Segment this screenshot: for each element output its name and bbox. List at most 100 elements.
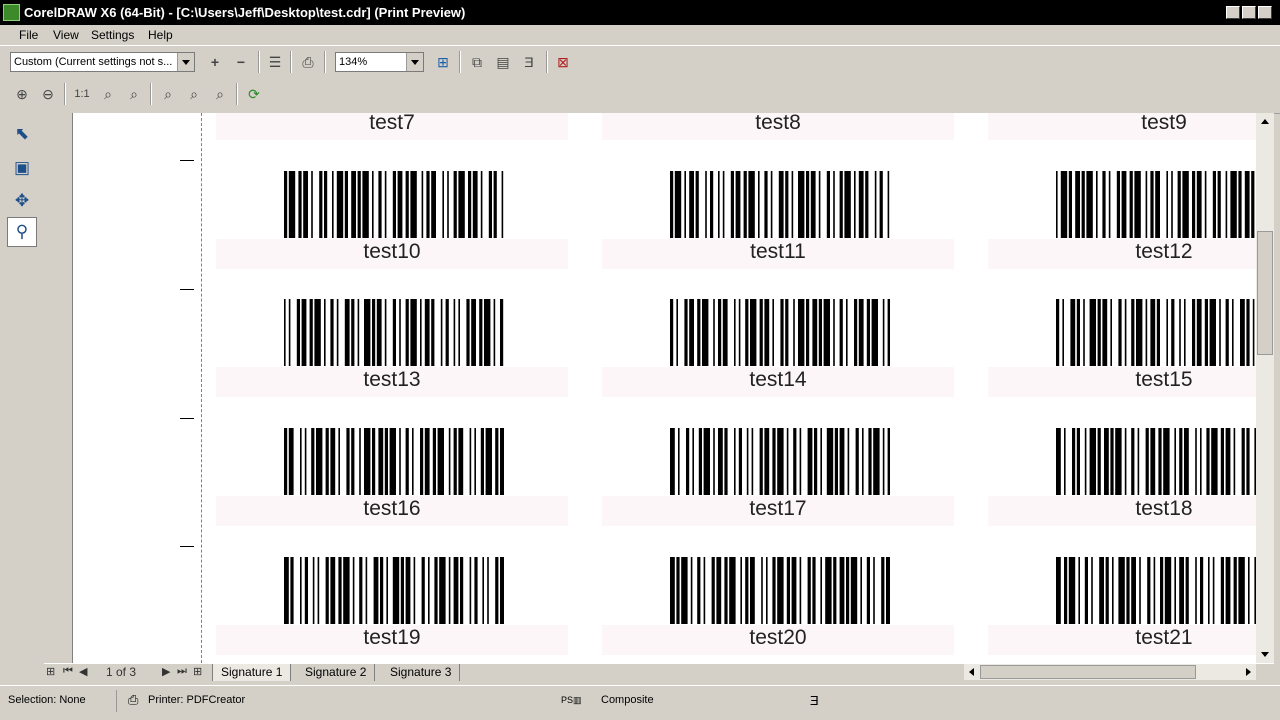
coreldraw-app-icon[interactable] <box>3 4 20 21</box>
barcode-bar <box>495 557 499 624</box>
barcode-bar <box>469 428 472 495</box>
zoom-to-selected-icon[interactable]: ⌕ <box>98 84 118 104</box>
vertical-scrollbar[interactable] <box>1256 113 1274 663</box>
barcode-bar <box>1116 171 1120 238</box>
first-page-icon[interactable]: ⏮ <box>63 665 73 678</box>
barcode-bar <box>770 171 773 238</box>
zoom-tool-icon[interactable]: ⚲ <box>7 217 37 247</box>
print-icon[interactable]: ⎙ <box>298 52 318 72</box>
barcode-bar <box>1064 557 1068 624</box>
barcode-bar <box>480 428 484 495</box>
zoom-to-fit-icon[interactable]: ⌕ <box>124 84 144 104</box>
barcode-bar <box>338 428 340 495</box>
tab-signature-3[interactable]: Signature 3 <box>382 664 461 681</box>
barcode-bar <box>764 428 770 495</box>
barcode-bar <box>442 171 444 238</box>
zoom-in-icon[interactable]: ⊕ <box>12 84 32 104</box>
full-screen-icon[interactable]: ⊞ <box>433 52 453 72</box>
menu-settings[interactable]: Settings <box>91 28 134 42</box>
barcode-bar <box>460 557 464 624</box>
menu-help[interactable]: Help <box>148 28 173 42</box>
barcode-label-text: test15 <box>1135 368 1193 391</box>
barcode-bar <box>670 557 675 624</box>
barcode-bar <box>284 299 286 366</box>
barcode-bar <box>734 299 736 366</box>
toolbox: ⬉ ▣ ✥ ⚲ <box>0 113 44 663</box>
zoom-to-height-icon[interactable]: ⌕ <box>210 84 230 104</box>
tab-signature-1[interactable]: Signature 1 <box>212 664 292 681</box>
barcode-bar <box>424 428 430 495</box>
menu-file[interactable]: File <box>19 28 38 42</box>
horizontal-scrollbar[interactable] <box>964 664 1256 680</box>
previous-page-icon[interactable]: ◀ <box>79 665 87 678</box>
remove-print-style-button[interactable]: − <box>231 52 251 72</box>
zoom-to-width-icon[interactable]: ⌕ <box>184 84 204 104</box>
print-options-icon[interactable]: ☰ <box>265 52 285 72</box>
barcode-bar <box>1070 299 1076 366</box>
barcode-bar <box>325 428 329 495</box>
maximize-button[interactable] <box>1242 6 1256 19</box>
tab-signature-2[interactable]: Signature 2 <box>297 664 376 681</box>
barcode-bar <box>448 428 451 495</box>
marks-placement-tool-icon[interactable]: ✥ <box>7 186 37 216</box>
barcode-bar <box>1160 557 1164 624</box>
scroll-down-arrow[interactable] <box>1256 646 1274 663</box>
barcode-bar <box>1112 557 1114 624</box>
barcode-bar <box>1232 299 1234 366</box>
zoom-one-to-one-icon[interactable]: 1:1 <box>72 84 92 104</box>
scroll-right-arrow[interactable] <box>1240 664 1256 680</box>
zoom-out-icon[interactable]: ⊖ <box>38 84 58 104</box>
barcode-bar <box>304 557 308 624</box>
zoom-to-page-icon[interactable]: ⌕ <box>158 84 178 104</box>
barcode-bar <box>674 171 682 238</box>
barcode-bar <box>1164 557 1172 624</box>
barcode-bar <box>372 299 376 366</box>
print-style-value: Custom (Current settings not s... <box>14 56 173 68</box>
scroll-left-arrow[interactable] <box>964 664 980 680</box>
barcode-bar <box>785 299 789 366</box>
minimize-button[interactable] <box>1226 6 1240 19</box>
chevron-down-icon[interactable] <box>406 53 423 71</box>
mirror-icon[interactable]: Ǝ <box>519 52 539 72</box>
barcode <box>670 171 890 238</box>
zoom-select[interactable]: 134% <box>335 52 424 72</box>
barcode-bar <box>424 299 430 366</box>
color-separations-icon[interactable]: ⧉ <box>467 52 487 72</box>
printer-status: Printer: PDFCreator <box>148 694 246 706</box>
close-print-preview-icon[interactable]: ⊠ <box>553 52 573 72</box>
pick-tool-icon[interactable]: ⬉ <box>7 119 37 149</box>
barcode-bar <box>670 171 674 238</box>
barcode-bar <box>791 557 797 624</box>
last-page-icon[interactable]: ⏭ <box>177 665 187 678</box>
barcode-bar <box>384 299 387 366</box>
barcode-bar <box>697 557 701 624</box>
barcode-bar <box>874 171 877 238</box>
horizontal-scroll-thumb[interactable] <box>980 665 1196 679</box>
barcode-bar <box>288 299 291 366</box>
crop-mark <box>180 546 194 547</box>
barcode-bar <box>724 557 728 624</box>
scroll-up-arrow[interactable] <box>1256 113 1274 130</box>
vertical-scroll-thumb[interactable] <box>1257 231 1273 355</box>
add-print-style-button[interactable]: + <box>205 52 225 72</box>
barcode-bar <box>818 299 822 366</box>
preview-refresh-icon[interactable]: ⟳ <box>244 84 264 104</box>
barcode-bar <box>493 171 497 238</box>
invert-icon[interactable]: ▤ <box>493 52 513 72</box>
crop-mark <box>180 418 194 419</box>
chevron-down-icon[interactable] <box>177 53 194 71</box>
add-page-icon[interactable]: ⊞ <box>46 665 55 678</box>
add-page-after-icon[interactable]: ⊞ <box>193 665 202 678</box>
next-page-icon[interactable]: ▶ <box>162 665 170 678</box>
imposition-layout-tool-icon[interactable]: ▣ <box>7 153 37 183</box>
composite-status: Composite <box>601 694 654 706</box>
print-style-select[interactable]: Custom (Current settings not s... <box>10 52 195 72</box>
close-button[interactable] <box>1258 6 1272 19</box>
barcode-bar <box>759 299 763 366</box>
barcode-bar <box>1075 171 1080 238</box>
barcode-bar <box>434 557 438 624</box>
barcode-bar <box>684 299 688 366</box>
barcode-bar <box>858 299 864 366</box>
menu-view[interactable]: View <box>53 28 79 42</box>
print-preview-canvas[interactable]: test7 test8 test9 test10 test11 test12 test13 t… <box>73 113 1256 663</box>
